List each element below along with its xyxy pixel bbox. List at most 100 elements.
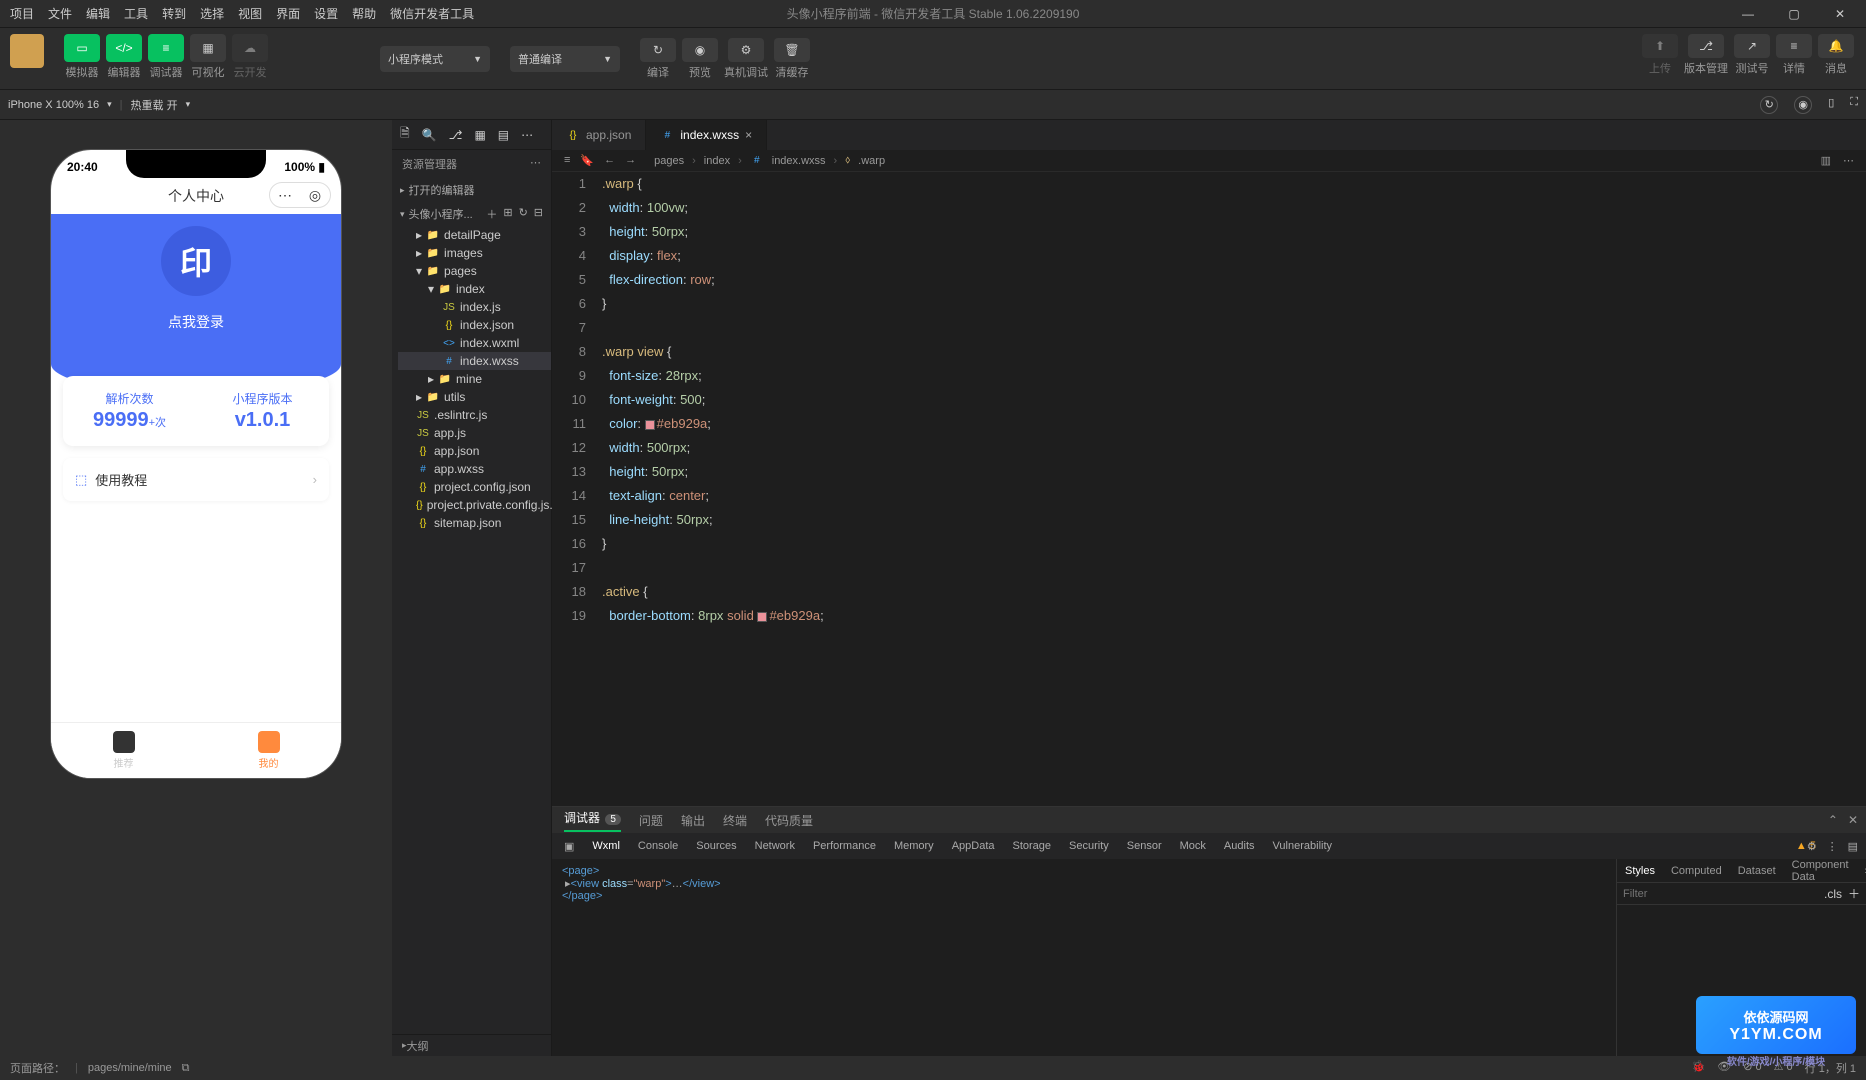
record-icon[interactable]: ◉ xyxy=(1794,96,1812,114)
component-data-tab[interactable]: Component Data xyxy=(1784,859,1857,882)
capsule-menu[interactable]: ⋯◎ xyxy=(269,182,331,208)
hot-reload-toggle[interactable]: 热重载 开 xyxy=(131,97,178,113)
clear-cache-button[interactable]: 🗑 xyxy=(774,38,810,62)
tree-item[interactable]: ▾ 📁 pages xyxy=(398,262,551,280)
more-icon[interactable]: ⋯ xyxy=(530,156,541,172)
add-style-icon[interactable]: ＋ xyxy=(1848,885,1860,902)
tab-mine[interactable]: 我的 xyxy=(196,723,341,778)
menu-item[interactable]: 工具 xyxy=(124,5,148,22)
phone-icon[interactable]: ▯ xyxy=(1828,96,1834,114)
tree-item[interactable]: JS app.js xyxy=(398,424,551,442)
new-file-icon[interactable]: ＋ xyxy=(486,206,497,222)
close-icon[interactable]: × xyxy=(745,128,752,142)
test-account-button[interactable]: ↗ xyxy=(1734,34,1770,58)
kebab-icon[interactable]: ⋮ xyxy=(1827,840,1838,853)
panel-tab[interactable]: Sensor xyxy=(1127,840,1162,852)
panel-tab[interactable]: Memory xyxy=(894,840,934,852)
editor-button[interactable]: </> xyxy=(106,34,142,62)
tree-item[interactable]: ▾ 📁 index xyxy=(398,280,551,298)
code-editor[interactable]: 12345678910111213141516171819 .warp { wi… xyxy=(552,172,1866,806)
ext-icon[interactable]: ▦ xyxy=(474,128,485,142)
panel-tab[interactable]: Storage xyxy=(1013,840,1052,852)
panel-tab[interactable]: Wxml xyxy=(592,840,620,852)
list-icon[interactable]: ≡ xyxy=(564,154,570,167)
devtools-tab[interactable]: 输出 xyxy=(681,812,705,829)
panel-tab[interactable]: Security xyxy=(1069,840,1109,852)
gear-icon[interactable]: ⚙ xyxy=(1807,840,1817,853)
menu-item[interactable]: 界面 xyxy=(276,5,300,22)
cloud-button[interactable]: ☁ xyxy=(232,34,268,62)
device-select[interactable]: iPhone X 100% 16 xyxy=(8,99,99,111)
devtools-tab[interactable]: 终端 xyxy=(723,812,747,829)
tree-item[interactable]: ▸ 📁 images xyxy=(398,244,551,262)
debugger-button[interactable]: ≡ xyxy=(148,34,184,62)
maximize-icon[interactable]: ▢ xyxy=(1774,2,1814,26)
dataset-tab[interactable]: Dataset xyxy=(1730,859,1784,882)
compile-button[interactable]: ↻ xyxy=(640,38,676,62)
tree-item[interactable]: <> index.wxml xyxy=(398,334,551,352)
devtools-tab[interactable]: 问题 xyxy=(639,812,663,829)
preview-button[interactable]: ◉ xyxy=(682,38,718,62)
tree-item[interactable]: JS index.js xyxy=(398,298,551,316)
menu-item[interactable]: 项目 xyxy=(10,5,34,22)
close-icon[interactable]: ✕ xyxy=(1820,2,1860,26)
layout-icon[interactable]: ▤ xyxy=(498,128,509,142)
mode-select[interactable]: 小程序模式▼ xyxy=(380,46,490,72)
menu-item[interactable]: 编辑 xyxy=(86,5,110,22)
menu-item[interactable]: 设置 xyxy=(314,5,338,22)
tree-item[interactable]: ▸ 📁 detailPage xyxy=(398,226,551,244)
tree-item[interactable]: {} sitemap.json xyxy=(398,514,551,532)
more-icon[interactable]: ⋯ xyxy=(1843,154,1854,167)
panel-tab[interactable]: Sources xyxy=(696,840,736,852)
tree-item[interactable]: JS .eslintrc.js xyxy=(398,406,551,424)
panel-tab[interactable]: Console xyxy=(638,840,678,852)
minimize-icon[interactable]: — xyxy=(1728,2,1768,26)
tree-item[interactable]: {} project.private.config.js... xyxy=(398,496,551,514)
panel-tab[interactable]: Performance xyxy=(813,840,876,852)
tab-index-wxss[interactable]: #index.wxss× xyxy=(646,120,767,150)
refresh-icon[interactable]: ↻ xyxy=(519,206,528,222)
panel-tab[interactable]: Audits xyxy=(1224,840,1255,852)
page-path[interactable]: pages/mine/mine xyxy=(88,1062,172,1074)
menu-item[interactable]: 文件 xyxy=(48,5,72,22)
more-icon[interactable]: ⋯ xyxy=(521,128,533,142)
menu-item[interactable]: 微信开发者工具 xyxy=(390,5,474,22)
refresh-icon[interactable]: ↻ xyxy=(1760,96,1778,114)
project-avatar[interactable] xyxy=(10,34,44,68)
outline-section[interactable]: ▸ 大纲 xyxy=(392,1034,551,1056)
tab-recommend[interactable]: 推荐 xyxy=(51,723,196,778)
menu-item[interactable]: 选择 xyxy=(200,5,224,22)
project-section[interactable]: ▾头像小程序... ＋ ⊞ ↻ ⊟ xyxy=(392,202,551,226)
messages-button[interactable]: 🔔 xyxy=(1818,34,1854,58)
simulator-button[interactable]: ▭ xyxy=(64,34,100,62)
panel-tab[interactable]: Network xyxy=(755,840,795,852)
close-icon[interactable]: ✕ xyxy=(1848,813,1858,827)
bug-icon[interactable]: 🐞 xyxy=(1692,1060,1706,1076)
menu-item[interactable]: 转到 xyxy=(162,5,186,22)
upload-button[interactable]: ⬆ xyxy=(1642,34,1678,58)
tree-item[interactable]: ▸ 📁 mine xyxy=(398,370,551,388)
devtools-tab-debugger[interactable]: 调试器 5 xyxy=(564,809,621,832)
tree-item[interactable]: ▸ 📁 utils xyxy=(398,388,551,406)
chevron-up-icon[interactable]: ⌃ xyxy=(1828,813,1838,827)
dock-icon[interactable]: ▤ xyxy=(1848,840,1858,853)
computed-tab[interactable]: Computed xyxy=(1663,859,1730,882)
styles-filter-input[interactable] xyxy=(1623,888,1818,900)
inspect-icon[interactable]: ▣ xyxy=(564,840,574,853)
expand-icon[interactable]: ⛶ xyxy=(1850,96,1858,114)
open-editors-section[interactable]: ▸打开的编辑器 xyxy=(392,178,551,202)
menu-item[interactable]: 帮助 xyxy=(352,5,376,22)
tree-item[interactable]: {} app.json xyxy=(398,442,551,460)
copy-icon[interactable]: ⧉ xyxy=(182,1062,190,1075)
search-icon[interactable]: 🔍 xyxy=(422,128,437,142)
details-button[interactable]: ≡ xyxy=(1776,34,1812,58)
files-icon[interactable]: 🗎 xyxy=(400,124,410,145)
panel-tab[interactable]: AppData xyxy=(952,840,995,852)
styles-tab[interactable]: Styles xyxy=(1617,859,1663,882)
dom-tree[interactable]: <page> ▸<view class="warp">…</view> </pa… xyxy=(552,859,1616,1056)
tutorial-row[interactable]: ⬚ 使用教程 › xyxy=(63,458,329,501)
remote-debug-button[interactable]: ⚙ xyxy=(728,38,764,62)
tree-item[interactable]: # index.wxss xyxy=(398,352,551,370)
tree-item[interactable]: {} project.config.json xyxy=(398,478,551,496)
tab-app-json[interactable]: {}app.json xyxy=(552,120,646,150)
